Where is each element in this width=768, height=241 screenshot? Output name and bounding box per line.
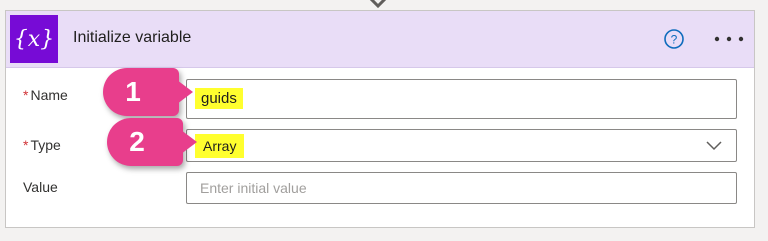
annotation-badge-1: 1 bbox=[103, 68, 193, 116]
card-title: Initialize variable bbox=[73, 29, 192, 46]
required-marker: * bbox=[23, 87, 29, 103]
name-input[interactable]: guids bbox=[186, 79, 737, 119]
card-header[interactable]: {x} Initialize variable ? bbox=[6, 11, 754, 68]
more-options-icon[interactable] bbox=[712, 28, 746, 50]
initialize-variable-card: {x} Initialize variable ? * Name guids * T… bbox=[5, 10, 755, 228]
value-input[interactable]: Enter initial value bbox=[186, 172, 737, 204]
variable-icon: {x} bbox=[10, 15, 58, 63]
name-label: * Name bbox=[23, 87, 68, 103]
name-value: guids bbox=[195, 88, 243, 109]
chevron-down-icon[interactable] bbox=[706, 141, 722, 151]
svg-text:?: ? bbox=[671, 33, 678, 47]
connector-arrow-icon bbox=[369, 0, 387, 8]
type-label: * Type bbox=[23, 137, 61, 153]
value-label: Value bbox=[23, 179, 58, 195]
annotation-badge-2: 2 bbox=[107, 118, 197, 166]
value-placeholder: Enter initial value bbox=[200, 180, 307, 196]
type-dropdown[interactable]: Array bbox=[186, 129, 737, 162]
type-value: Array bbox=[195, 134, 245, 158]
help-icon[interactable]: ? bbox=[663, 28, 685, 50]
required-marker: * bbox=[23, 137, 29, 153]
